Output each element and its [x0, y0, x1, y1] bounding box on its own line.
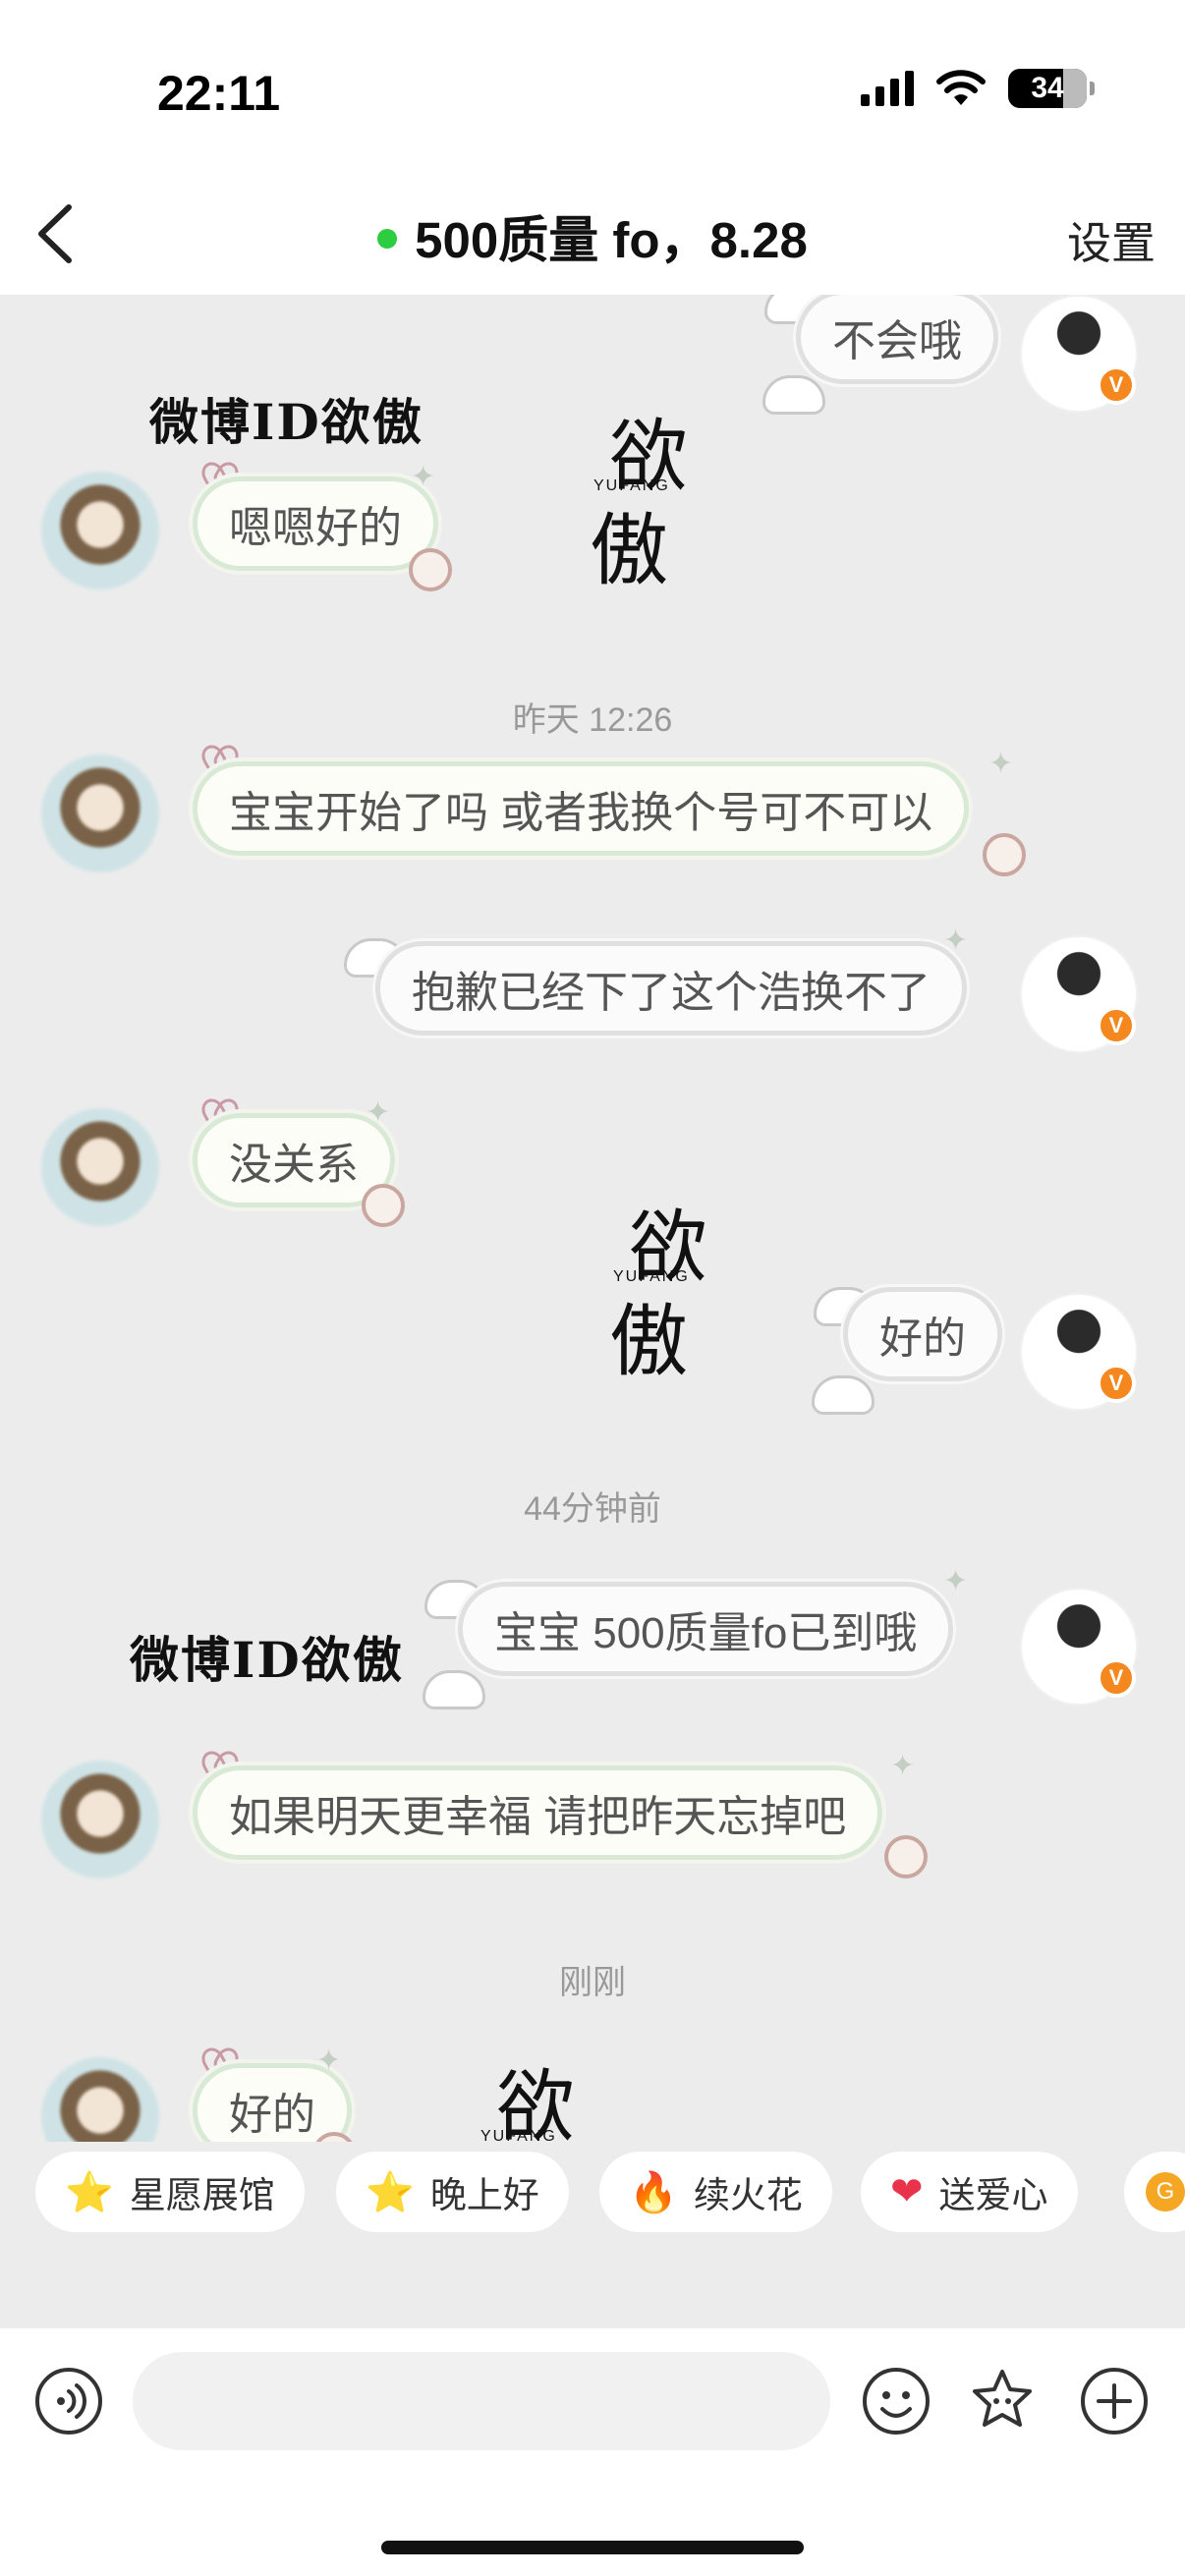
message-bubble-outgoing[interactable]: 宝宝 500质量fo已到哦: [458, 1582, 954, 1676]
wifi-icon: [936, 70, 986, 105]
chat-message-list[interactable]: 不会哦 V 微博ID欲傲 欲 YUFANG 傲 嗯嗯好的 ✦ 昨天 12:26 …: [0, 295, 1185, 2142]
chip-wish-gallery[interactable]: ⭐ 星愿展馆: [35, 2152, 305, 2232]
sparkle-deco: ✦: [988, 748, 1014, 780]
battery-icon: 34: [1008, 69, 1095, 108]
chat-title-area[interactable]: 500质量 fo，8.28: [0, 199, 1185, 272]
message-bubble-outgoing[interactable]: 好的: [843, 1287, 1002, 1381]
star-icon: ⭐: [65, 2170, 114, 2214]
verified-badge-icon: V: [1097, 365, 1136, 405]
message-bubble-incoming[interactable]: 如果明天更幸福 请把昨天忘掉吧: [193, 1765, 883, 1860]
ring-deco: [983, 833, 1026, 876]
chip-label: 晚上好: [429, 2175, 539, 2215]
watermark-logo-bottom: 傲: [590, 505, 668, 596]
watermark-logo-bottom: 傲: [609, 1296, 688, 1387]
watermark-logo: 欲 YUFANG 傲: [570, 393, 727, 596]
chip-label: 续火花: [693, 2175, 803, 2215]
chip-good-evening[interactable]: ⭐ 晚上好: [336, 2152, 569, 2232]
message-bubble-outgoing[interactable]: 不会哦: [796, 295, 998, 384]
chip-label: 星愿展馆: [129, 2175, 275, 2215]
chip-label: 送爱心: [938, 2175, 1048, 2215]
verified-badge-icon: V: [1097, 1006, 1136, 1045]
bunny-sticker-deco: [812, 1375, 875, 1415]
chat-title: 500质量 fo，8.28: [415, 212, 808, 268]
sparkle-deco: ✦: [890, 1750, 916, 1782]
contact-avatar[interactable]: [41, 2057, 159, 2142]
watermark-logo: 欲 YUFANG 傲: [590, 1184, 747, 1387]
voice-icon[interactable]: [33, 2366, 104, 2436]
ring-deco: [409, 548, 452, 591]
chip-partial[interactable]: G: [1124, 2152, 1185, 2232]
bunny-sticker-deco: [423, 1670, 485, 1709]
status-time: 22:11: [157, 66, 281, 121]
chip-keep-spark[interactable]: 🔥 续火花: [599, 2152, 832, 2232]
timestamp: 昨天 12:26: [512, 701, 673, 739]
plus-icon[interactable]: [1079, 2366, 1150, 2436]
online-status-dot: [377, 228, 398, 249]
sparkle-deco: ✦: [943, 924, 969, 957]
heart-icon: ❤: [890, 2170, 924, 2213]
sticker-icon[interactable]: [967, 2366, 1038, 2436]
ring-deco: [362, 1184, 405, 1227]
quick-action-bar: ⭐ 星愿展馆 ⭐ 晚上好 🔥 续火花 ❤ 送爱心 G: [0, 2142, 1185, 2269]
timestamp: 刚刚: [559, 1964, 626, 2001]
emoji-icon[interactable]: [861, 2366, 931, 2436]
watermark-text: 微博ID欲傲: [130, 1631, 404, 1689]
verified-badge-icon: V: [1097, 1658, 1136, 1698]
contact-avatar[interactable]: [41, 755, 159, 872]
sparkle-deco: ✦: [316, 2044, 342, 2077]
cellular-signal-icon: [861, 71, 914, 106]
star-face-icon: ⭐: [366, 2170, 415, 2214]
timestamp: 44分钟前: [524, 1490, 661, 1528]
settings-button[interactable]: 设置: [1067, 207, 1156, 271]
contact-avatar[interactable]: [41, 1108, 159, 1226]
status-icons: 34: [861, 69, 1095, 108]
message-bubble-outgoing[interactable]: 抱歉已经下了这个浩换不了: [375, 941, 967, 1036]
home-indicator: [381, 2541, 804, 2554]
contact-avatar[interactable]: [41, 1761, 159, 1878]
sparkle-deco: ✦: [943, 1565, 969, 1597]
fire-icon: 🔥: [629, 2170, 678, 2214]
chat-header: 500质量 fo，8.28 设置: [0, 172, 1185, 295]
message-input[interactable]: [133, 2352, 830, 2450]
message-bubble-incoming[interactable]: 嗯嗯好的: [193, 476, 438, 571]
bunny-sticker-deco: [762, 375, 825, 415]
watermark-text: 微博ID欲傲: [149, 393, 423, 451]
message-bubble-incoming[interactable]: 宝宝开始了吗 或者我换个号可不可以: [193, 761, 970, 856]
ring-deco: [884, 1835, 928, 1878]
sparkle-deco: ✦: [366, 1096, 391, 1129]
watermark-logo-top: 欲: [496, 2061, 575, 2142]
watermark-logo: 欲 YUFANG 傲: [457, 2044, 614, 2142]
sparkle-deco: ✦: [411, 461, 436, 493]
input-bar: [0, 2328, 1185, 2576]
chip-send-heart[interactable]: ❤ 送爱心: [861, 2152, 1078, 2232]
status-bar: 22:11 34: [0, 0, 1185, 172]
battery-level: 34: [1031, 72, 1064, 104]
gift-icon: G: [1146, 2172, 1185, 2212]
verified-badge-icon: V: [1097, 1364, 1136, 1403]
contact-avatar[interactable]: [41, 472, 159, 589]
